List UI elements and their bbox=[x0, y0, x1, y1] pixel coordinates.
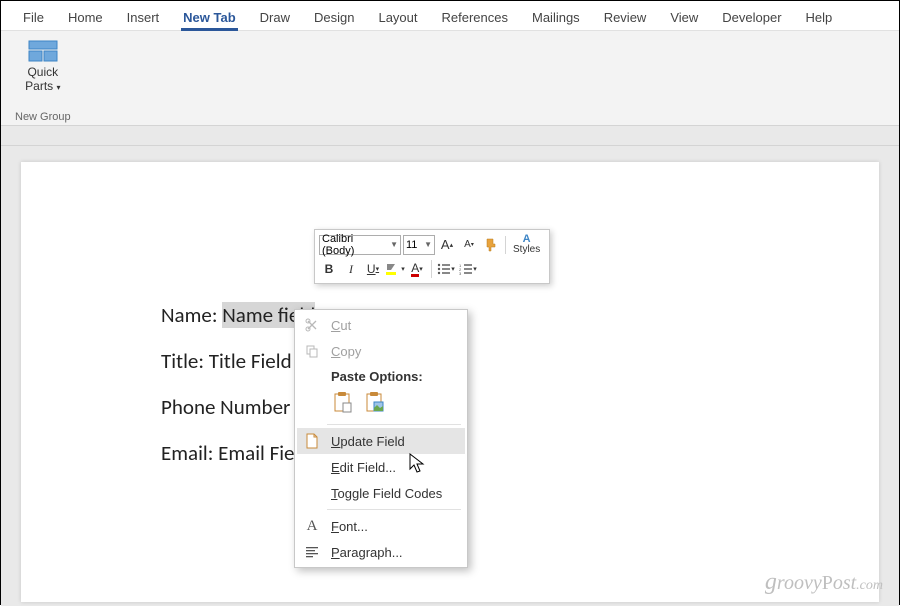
menu-label: Cut bbox=[331, 318, 351, 333]
bullets-button[interactable]: ▾ bbox=[436, 259, 456, 279]
styles-label: Styles bbox=[513, 245, 540, 255]
chevron-down-icon: ▼ bbox=[424, 240, 432, 249]
document-icon bbox=[303, 432, 321, 450]
ribbon-group-new: QuickParts ▾ New Group bbox=[9, 35, 77, 123]
ruler bbox=[1, 126, 899, 146]
ribbon-group-label: New Group bbox=[15, 111, 71, 123]
menu-label: Copy bbox=[331, 344, 361, 359]
menu-label: Paragraph... bbox=[331, 545, 403, 560]
scissors-icon bbox=[303, 316, 321, 334]
clipboard-icon bbox=[332, 391, 352, 413]
numbering-icon: 123 bbox=[459, 263, 473, 275]
menu-label: Font... bbox=[331, 519, 368, 534]
tab-insert[interactable]: Insert bbox=[115, 5, 172, 30]
paragraph-icon bbox=[303, 543, 321, 561]
tab-review[interactable]: Review bbox=[592, 5, 659, 30]
menu-cut[interactable]: Cut bbox=[297, 312, 465, 338]
menu-update-field[interactable]: Update Field bbox=[297, 428, 465, 454]
numbering-button[interactable]: 123▾ bbox=[458, 259, 478, 279]
styles-button[interactable]: A Styles bbox=[510, 234, 543, 255]
menu-font[interactable]: A Font... bbox=[297, 513, 465, 539]
font-name-select[interactable]: Calibri (Body) ▼ bbox=[319, 235, 401, 255]
tab-design[interactable]: Design bbox=[302, 5, 366, 30]
blank-icon bbox=[303, 484, 321, 502]
format-painter-button[interactable] bbox=[481, 235, 501, 255]
tab-view[interactable]: View bbox=[658, 5, 710, 30]
font-name-value: Calibri (Body) bbox=[322, 233, 387, 257]
font-size-value: 11 bbox=[406, 239, 417, 251]
font-size-select[interactable]: 11 ▼ bbox=[403, 235, 435, 255]
menu-edit-field[interactable]: Edit Field... bbox=[297, 454, 465, 480]
watermark: groovyPost.com bbox=[765, 569, 883, 596]
menu-copy[interactable]: Copy bbox=[297, 338, 465, 364]
blank-icon bbox=[303, 458, 321, 476]
tab-file[interactable]: File bbox=[11, 5, 56, 30]
font-color-button[interactable]: A▾ bbox=[407, 259, 427, 279]
field-label: Email: bbox=[161, 440, 213, 466]
menu-label: Edit Field... bbox=[331, 460, 396, 475]
menu-toggle-field-codes[interactable]: Toggle Field Codes bbox=[297, 480, 465, 506]
shrink-font-button[interactable]: A▾ bbox=[459, 235, 479, 255]
highlighter-icon bbox=[385, 262, 401, 276]
paintbrush-icon bbox=[484, 238, 498, 252]
field-value: Email Fie bbox=[218, 440, 294, 466]
bullets-icon bbox=[437, 263, 451, 275]
tab-draw[interactable]: Draw bbox=[248, 5, 302, 30]
tab-references[interactable]: References bbox=[430, 5, 520, 30]
field-label: Title: bbox=[161, 348, 204, 374]
copy-icon bbox=[303, 342, 321, 360]
chevron-down-icon: ▼ bbox=[390, 240, 398, 249]
mini-toolbar: Calibri (Body) ▼ 11 ▼ A▴ A▾ A Styles B I… bbox=[314, 229, 550, 284]
paste-keep-formatting[interactable] bbox=[329, 389, 355, 415]
field-label: Phone Number bbox=[161, 394, 290, 420]
quick-parts-button[interactable]: QuickParts ▾ bbox=[21, 35, 64, 98]
menu-label: Update Field bbox=[331, 434, 405, 449]
field-label: Name: bbox=[161, 302, 217, 328]
menu-separator bbox=[327, 509, 461, 510]
tab-developer[interactable]: Developer bbox=[710, 5, 793, 30]
font-icon: A bbox=[303, 517, 321, 535]
italic-button[interactable]: I bbox=[341, 259, 361, 279]
quick-parts-icon bbox=[27, 39, 59, 63]
svg-text:3: 3 bbox=[459, 271, 462, 275]
ribbon-tabs: File Home Insert New Tab Draw Design Lay… bbox=[1, 1, 899, 31]
underline-button[interactable]: U ▾ bbox=[363, 259, 383, 279]
tab-help[interactable]: Help bbox=[794, 5, 845, 30]
context-menu: Cut Copy Paste Options: Update Field Edi… bbox=[294, 309, 468, 568]
tab-new-tab[interactable]: New Tab bbox=[171, 5, 248, 30]
menu-separator bbox=[327, 424, 461, 425]
menu-paragraph[interactable]: Paragraph... bbox=[297, 539, 465, 565]
clipboard-picture-icon bbox=[364, 391, 384, 413]
tab-layout[interactable]: Layout bbox=[366, 5, 429, 30]
paste-options-row bbox=[297, 387, 465, 421]
bold-button[interactable]: B bbox=[319, 259, 339, 279]
ribbon-bar: QuickParts ▾ New Group bbox=[1, 31, 899, 126]
grow-font-button[interactable]: A▴ bbox=[437, 235, 457, 255]
paste-options-header: Paste Options: bbox=[297, 364, 465, 387]
tab-home[interactable]: Home bbox=[56, 5, 115, 30]
field-value: Title Field bbox=[209, 348, 292, 374]
paste-picture[interactable] bbox=[361, 389, 387, 415]
tab-mailings[interactable]: Mailings bbox=[520, 5, 592, 30]
quick-parts-label: QuickParts ▾ bbox=[25, 65, 60, 94]
highlight-button[interactable]: ▾ bbox=[385, 259, 405, 279]
menu-label: Toggle Field Codes bbox=[331, 486, 442, 501]
